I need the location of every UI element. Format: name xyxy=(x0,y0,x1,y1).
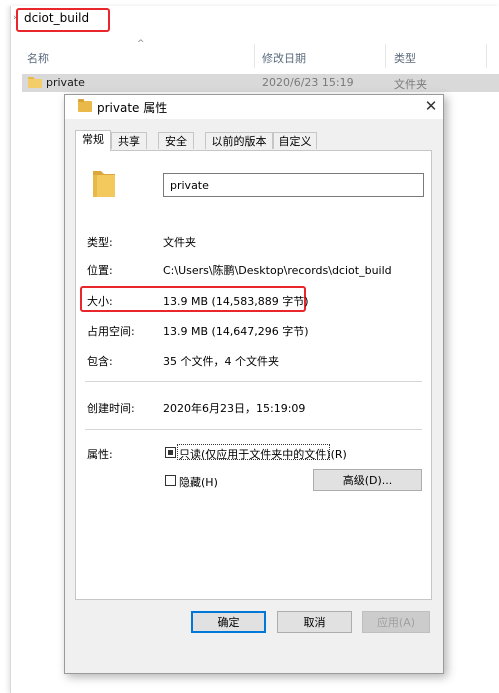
sort-up-icon: ^ xyxy=(137,39,145,49)
apply-button[interactable]: 应用(A) xyxy=(362,611,430,633)
cancel-button[interactable]: 取消 xyxy=(277,611,352,633)
location-value: C:\Users\陈鹏\Desktop\records\dciot_build xyxy=(163,264,392,277)
close-icon[interactable]: ✕ xyxy=(419,95,443,117)
file-row-private[interactable] xyxy=(22,74,499,92)
folder-large-icon xyxy=(93,171,115,197)
hidden-checkbox[interactable] xyxy=(165,475,176,486)
column-header-name[interactable]: 名称 xyxy=(27,50,49,66)
tab-general[interactable]: 常规 xyxy=(75,130,111,151)
ok-button[interactable]: 确定 xyxy=(191,611,266,633)
folder-name-input[interactable] xyxy=(163,173,424,197)
tab-previous-versions[interactable]: 以前的版本 xyxy=(205,132,273,149)
hidden-label[interactable]: 隐藏(H) xyxy=(179,474,218,490)
general-tab-panel xyxy=(75,150,432,600)
size-label: 大小: xyxy=(87,295,113,308)
properties-dialog: private 属性 ✕ 常规 共享 安全 以前的版本 自定义 类型: 文件夹 … xyxy=(64,94,444,674)
divider xyxy=(85,381,422,382)
advanced-button[interactable]: 高级(D)... xyxy=(313,469,422,491)
created-value: 2020年6月23日，15:19:09 xyxy=(163,402,306,415)
size-value: 13.9 MB (14,583,889 字节) xyxy=(163,295,309,308)
readonly-label[interactable]: 只读(仅应用于文件夹中的文件)(R) xyxy=(179,446,347,462)
created-label: 创建时间: xyxy=(87,402,135,415)
tab-sharing[interactable]: 共享 xyxy=(111,132,147,149)
disk-size-label: 占用空间: xyxy=(87,325,135,338)
disk-size-value: 13.9 MB (14,647,296 字节) xyxy=(163,325,309,338)
readonly-checkbox[interactable] xyxy=(165,447,176,458)
column-separator[interactable] xyxy=(254,44,255,68)
column-header-modified[interactable]: 修改日期 xyxy=(262,50,306,66)
contains-value: 35 个文件，4 个文件夹 xyxy=(163,355,279,368)
type-value: 文件夹 xyxy=(163,236,196,249)
file-modified: 2020/6/23 15:19 xyxy=(262,76,354,89)
contains-label: 包含: xyxy=(87,355,113,368)
annotation-highlight-address xyxy=(16,8,110,32)
folder-icon xyxy=(28,77,42,88)
type-label: 类型: xyxy=(87,236,113,249)
folder-icon xyxy=(78,99,92,112)
column-header-type[interactable]: 类型 xyxy=(394,50,416,66)
file-type: 文件夹 xyxy=(394,78,427,91)
attributes-label: 属性: xyxy=(87,448,113,461)
column-separator[interactable] xyxy=(486,44,487,68)
location-label: 位置: xyxy=(87,264,113,277)
tab-customize[interactable]: 自定义 xyxy=(273,132,317,149)
divider xyxy=(85,429,422,430)
file-name[interactable]: private xyxy=(46,76,85,89)
tab-security[interactable]: 安全 xyxy=(158,132,194,149)
dialog-title: private 属性 xyxy=(97,101,168,115)
column-separator[interactable] xyxy=(385,44,386,68)
